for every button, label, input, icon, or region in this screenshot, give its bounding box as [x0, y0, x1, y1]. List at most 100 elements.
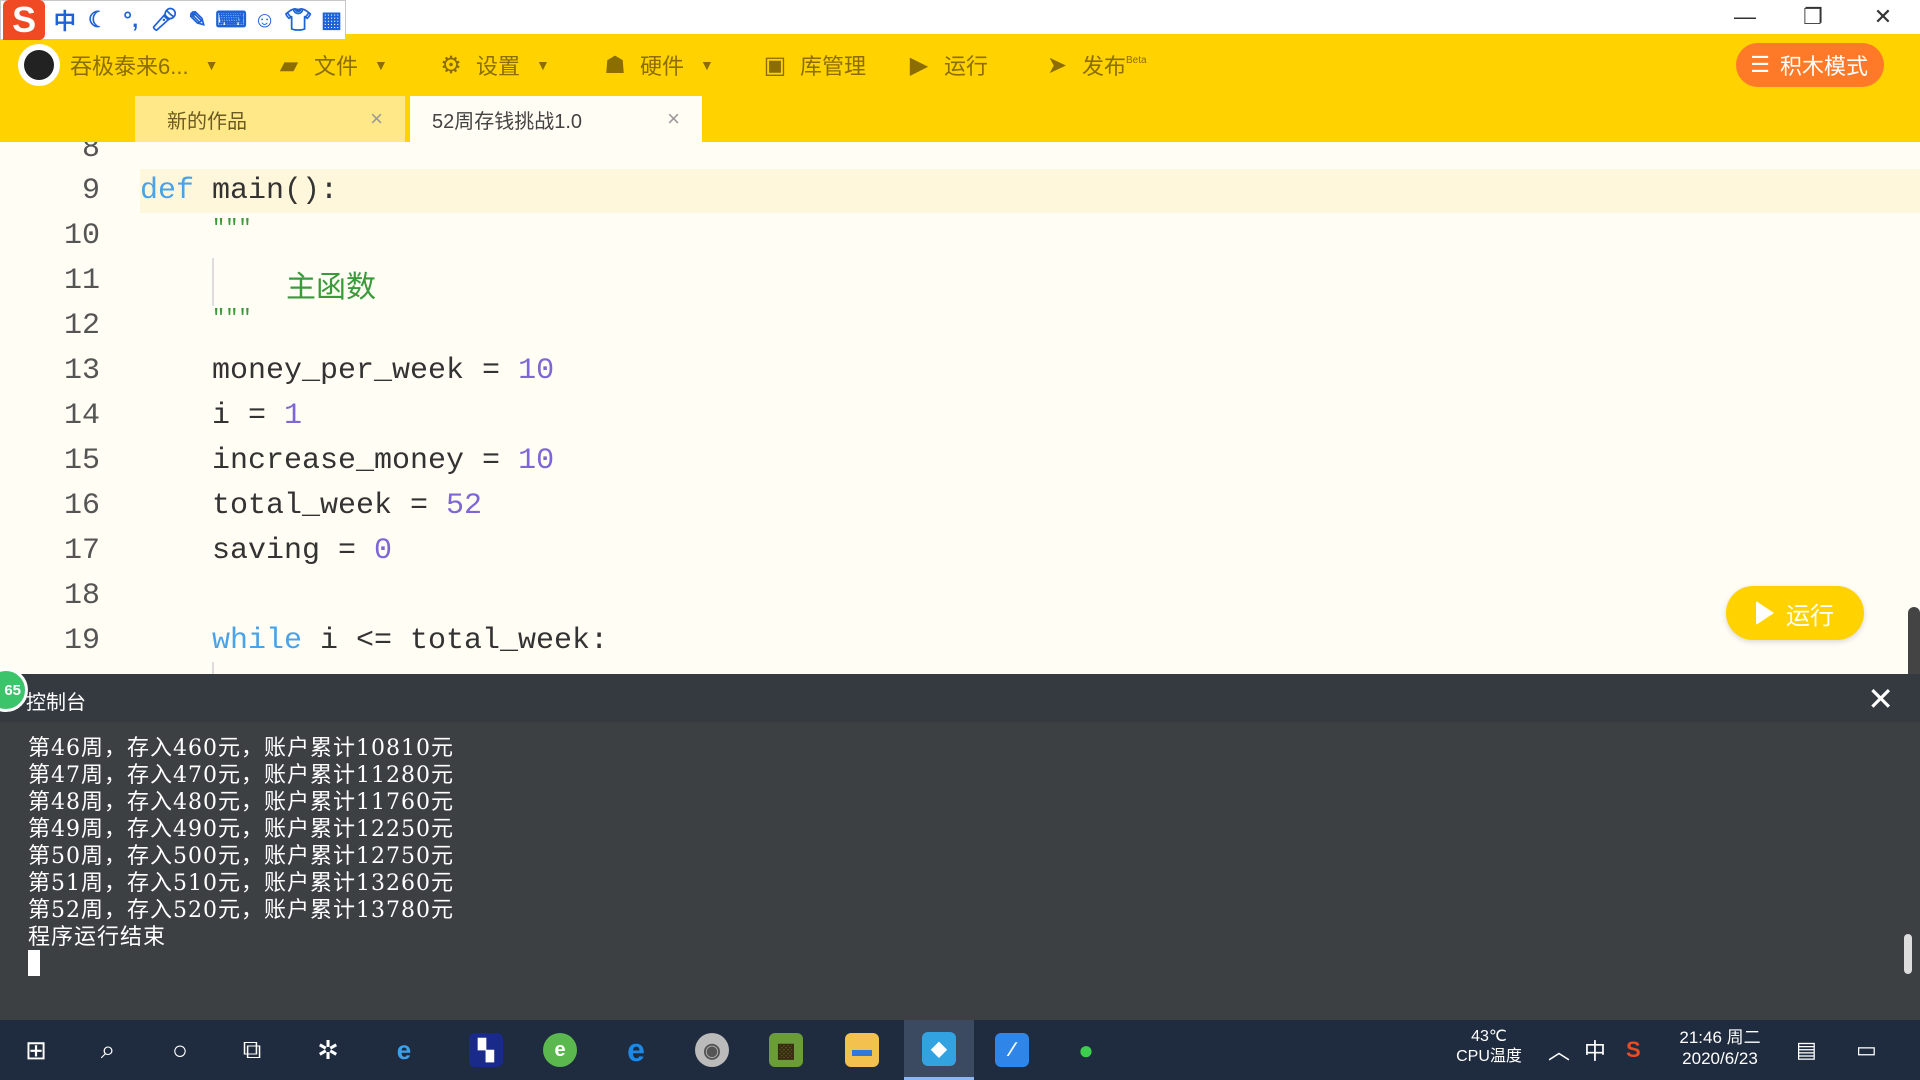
- console-output[interactable]: 第46周，存入460元，账户累计10810元 第47周，存入470元，账户累计1…: [0, 722, 1920, 1020]
- code-line: total_week = 52: [212, 489, 482, 523]
- wechat-icon[interactable]: ●: [1054, 1020, 1118, 1080]
- ime-indicator[interactable]: 中: [1584, 1020, 1606, 1080]
- task-view-icon[interactable]: ⧉: [220, 1020, 284, 1080]
- clock-date: 2020/6/23: [1682, 1049, 1758, 1068]
- settings-menu-label: 设置: [476, 54, 521, 79]
- folder-icon: ▰: [279, 51, 299, 79]
- file-explorer-icon[interactable]: ▬: [830, 1020, 894, 1080]
- file-menu[interactable]: ▰ 文件 ▼: [274, 34, 388, 96]
- run-floating-label: 运行: [1786, 602, 1834, 630]
- sogou-logo-icon[interactable]: S: [3, 0, 46, 40]
- console-badge[interactable]: 65: [0, 668, 28, 712]
- grid-menu-icon[interactable]: ▦: [318, 6, 345, 34]
- code-text: total_week =: [212, 489, 447, 523]
- minecraft-app-icon[interactable]: ▩: [754, 1020, 818, 1080]
- tab-label: 新的作品: [167, 110, 247, 133]
- play-circle-icon: ▶: [909, 51, 929, 79]
- ime-mode-chinese[interactable]: 中: [51, 6, 78, 34]
- clock[interactable]: 21:46 周二 2020/6/23: [1660, 1027, 1780, 1069]
- run-toolbar-button[interactable]: ▶ 运行: [904, 34, 988, 96]
- paper-plane-icon: ➤: [1046, 51, 1068, 79]
- notification-icon[interactable]: ▭: [1856, 1020, 1877, 1080]
- punctuation-icon[interactable]: °,: [117, 6, 144, 34]
- line-number: 11: [63, 264, 100, 298]
- code-line: def main():: [140, 174, 338, 208]
- tab-label: 52周存钱挑战1.0: [432, 110, 583, 133]
- hardware-menu-label: 硬件: [640, 54, 685, 79]
- tab-bar: 新的作品 × 52周存钱挑战1.0 ×: [0, 96, 1920, 142]
- publish-button[interactable]: ➤ 发布 Beta: [1042, 34, 1147, 96]
- temperature-label: CPU温度: [1456, 1048, 1522, 1065]
- library-button[interactable]: ▣ 库管理: [760, 34, 866, 96]
- number-literal: 10: [518, 354, 555, 388]
- notes-icon[interactable]: ▤: [1796, 1020, 1817, 1080]
- keyboard-icon[interactable]: ⌨: [215, 6, 247, 34]
- code-text: main():: [194, 174, 339, 208]
- tab-52-week-challenge[interactable]: 52周存钱挑战1.0 ×: [410, 96, 702, 142]
- console-header: 65 控制台 ✕: [0, 668, 1920, 722]
- console-scrollbar[interactable]: [1904, 934, 1912, 974]
- code-line: i = 1: [212, 399, 302, 433]
- restore-button[interactable]: ❐: [1778, 0, 1848, 34]
- user-menu[interactable]: 吞极泰来6... ▼: [18, 34, 218, 96]
- play-icon: [1756, 601, 1774, 625]
- docstring-text: 主函数: [286, 270, 376, 305]
- ide-app-icon[interactable]: ◆: [904, 1020, 974, 1080]
- library-label: 库管理: [800, 54, 867, 79]
- tab-new-work[interactable]: 新的作品 ×: [135, 96, 405, 142]
- close-tab-icon[interactable]: ×: [370, 106, 383, 132]
- main-toolbar: 吞极泰来6... ▼ ▰ 文件 ▼ ⚙ 设置 ▼ ☗ 硬件 ▼ ▣ 库管理 ▶ …: [0, 34, 1920, 96]
- settings-menu[interactable]: ⚙ 设置 ▼: [436, 34, 550, 96]
- code-line: saving = 0: [212, 534, 392, 568]
- editor-scrollbar[interactable]: [1908, 607, 1920, 674]
- ime-toolbar[interactable]: S 中 ☾ °, 🎤︎ ✎ ⌨ ☺ 👕︎ ▦: [0, 0, 346, 40]
- search-icon[interactable]: ⌕: [76, 1020, 140, 1080]
- hardware-menu[interactable]: ☗ 硬件 ▼: [600, 34, 714, 96]
- cpu-temperature[interactable]: 43℃ CPU温度: [1444, 1027, 1534, 1067]
- sogou-tray-icon[interactable]: S: [1626, 1020, 1641, 1080]
- run-floating-button[interactable]: 运行: [1726, 586, 1864, 640]
- code-editor[interactable]: 8 9 10 11 12 13 14 15 16 17 18 19 def ma…: [0, 142, 1920, 674]
- green-browser-icon[interactable]: e: [528, 1020, 592, 1080]
- clock-time: 21:46 周二: [1679, 1028, 1761, 1047]
- moon-icon[interactable]: ☾: [84, 6, 111, 34]
- edge-browser-icon[interactable]: e: [604, 1020, 668, 1080]
- user-icon[interactable]: ☺: [251, 6, 278, 34]
- line-number: 8: [81, 142, 100, 166]
- cortana-circle-icon[interactable]: ○: [148, 1020, 212, 1080]
- pen-icon[interactable]: ✎: [184, 6, 211, 34]
- code-text: increase_money =: [212, 444, 519, 478]
- close-console-icon[interactable]: ✕: [1867, 680, 1894, 718]
- keyword: while: [212, 624, 303, 658]
- blocks-mode-label: 积木模式: [1779, 54, 1868, 79]
- line-number: 15: [63, 444, 100, 478]
- microphone-icon[interactable]: 🎤︎: [150, 6, 178, 34]
- beta-badge: Beta: [1126, 54, 1147, 66]
- skin-shirt-icon[interactable]: 👕︎: [284, 6, 312, 34]
- minimize-button[interactable]: —: [1710, 0, 1780, 34]
- publish-label: 发布: [1082, 54, 1127, 79]
- avatar: [18, 44, 60, 86]
- file-menu-label: 文件: [314, 54, 359, 79]
- chevron-down-icon: ▼: [700, 57, 714, 73]
- start-windows-icon[interactable]: ⊞: [4, 1020, 68, 1080]
- code-line: while i <= total_week:: [212, 624, 608, 658]
- blocks-mode-button[interactable]: ☰ 积木模式: [1736, 43, 1884, 87]
- ie-browser-icon[interactable]: e: [372, 1020, 436, 1080]
- dark-app-icon[interactable]: ▚: [454, 1020, 518, 1080]
- docstring-open: """: [212, 216, 252, 241]
- indent-guide: [212, 662, 214, 674]
- chevron-down-icon: ▼: [536, 57, 550, 73]
- go-game-icon[interactable]: ◉: [680, 1020, 744, 1080]
- line-number: 13: [63, 354, 100, 388]
- gear-icon: ⚙: [440, 51, 462, 79]
- chevron-down-icon: ▼: [374, 57, 388, 73]
- close-tab-icon[interactable]: ×: [667, 106, 680, 132]
- close-window-button[interactable]: ✕: [1848, 0, 1918, 34]
- pinwheel-app-icon[interactable]: ✲: [296, 1020, 360, 1080]
- pen-app-icon[interactable]: ∕: [980, 1020, 1044, 1080]
- code-text: money_per_week =: [212, 354, 519, 388]
- chevron-up-icon[interactable]: ︿: [1548, 1020, 1570, 1080]
- code-line: money_per_week = 10: [212, 354, 554, 388]
- run-toolbar-label: 运行: [944, 54, 989, 79]
